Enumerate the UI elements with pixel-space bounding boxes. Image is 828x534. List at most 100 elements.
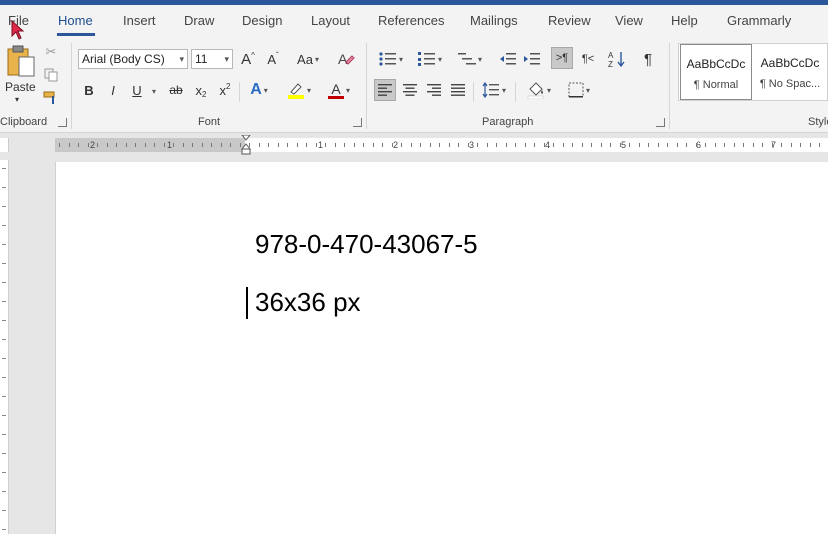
tab-design[interactable]: Design bbox=[242, 13, 282, 28]
format-painter-button[interactable] bbox=[43, 87, 59, 109]
ruler-tick bbox=[164, 143, 165, 147]
subscript-button[interactable]: x2 bbox=[192, 79, 210, 101]
superscript-button[interactable]: x2 bbox=[216, 79, 234, 101]
clear-formatting-icon: A bbox=[338, 51, 355, 67]
ruler-tick bbox=[439, 143, 440, 147]
justify-button[interactable] bbox=[447, 79, 469, 101]
strikethrough-button[interactable]: ab bbox=[166, 79, 186, 101]
scissors-icon: ✂ bbox=[45, 44, 57, 59]
grow-font-button[interactable]: A ^ bbox=[238, 48, 258, 70]
decrease-indent-button[interactable] bbox=[498, 48, 518, 70]
ruler-tick bbox=[430, 143, 431, 147]
tab-home[interactable]: Home bbox=[58, 13, 93, 28]
ruler-tick bbox=[192, 143, 193, 147]
ruler-tick bbox=[791, 143, 792, 147]
tab-view[interactable]: View bbox=[615, 13, 643, 28]
document-line-size[interactable]: 36x36 px bbox=[255, 287, 361, 318]
font-size-value: 11 bbox=[195, 52, 208, 66]
cut-button[interactable]: ✂ bbox=[43, 41, 59, 63]
bold-button[interactable]: B bbox=[80, 79, 98, 101]
numbered-list-icon bbox=[417, 52, 435, 66]
copy-button[interactable] bbox=[43, 64, 59, 86]
highlighter-icon bbox=[287, 83, 304, 99]
ruler-tick bbox=[2, 415, 6, 416]
highlight-button[interactable]: ▾ bbox=[282, 79, 316, 101]
tab-references[interactable]: References bbox=[378, 13, 444, 28]
italic-button[interactable]: I bbox=[104, 79, 122, 101]
ribbon-tabs: File Home Insert Draw Design Layout Refe… bbox=[0, 5, 828, 37]
line-spacing-button[interactable]: ▾ bbox=[478, 79, 510, 101]
chevron-down-icon: ▾ bbox=[314, 54, 319, 64]
rtl-direction-button[interactable]: ¶< bbox=[577, 48, 599, 70]
font-color-button[interactable]: A ▾ bbox=[322, 79, 356, 101]
chevron-down-icon: ▾ bbox=[224, 54, 229, 64]
clear-formatting-button[interactable]: A bbox=[336, 48, 356, 70]
tab-selector[interactable] bbox=[0, 138, 9, 152]
borders-button[interactable]: ▾ bbox=[562, 79, 596, 101]
line-spacing-icon bbox=[482, 82, 499, 98]
align-center-button[interactable] bbox=[399, 79, 421, 101]
ruler-tick bbox=[392, 143, 393, 147]
font-size-box[interactable]: 11 ▾ bbox=[191, 49, 233, 69]
sort-button[interactable]: AZ bbox=[606, 48, 628, 70]
ltr-direction-button[interactable]: >¶ bbox=[551, 47, 573, 69]
ruler-tick bbox=[2, 434, 6, 435]
tab-insert[interactable]: Insert bbox=[123, 13, 156, 28]
tab-grammarly[interactable]: Grammarly bbox=[727, 13, 791, 28]
indent-marker[interactable] bbox=[241, 135, 251, 155]
separator bbox=[515, 82, 516, 102]
vertical-ruler[interactable] bbox=[0, 160, 9, 534]
ruler-label: 2 bbox=[393, 140, 399, 150]
shrink-font-icon: A bbox=[267, 51, 276, 67]
ruler-tick bbox=[534, 143, 535, 147]
align-left-button[interactable] bbox=[374, 79, 396, 101]
ruler-tick bbox=[2, 187, 6, 188]
text-effects-button[interactable]: A ▾ bbox=[244, 79, 274, 101]
ruler-tick bbox=[620, 143, 621, 147]
ruler-tick bbox=[107, 143, 108, 147]
multilevel-list-button[interactable]: ▾ bbox=[453, 48, 487, 70]
show-formatting-button[interactable]: ¶ bbox=[638, 48, 658, 70]
horizontal-ruler[interactable]: 2 1 1 2 3 4 5 6 7 bbox=[55, 135, 828, 155]
increase-indent-button[interactable] bbox=[522, 48, 542, 70]
paragraph-launcher-icon[interactable] bbox=[656, 118, 665, 127]
change-case-label: Aa bbox=[297, 51, 313, 67]
ruler-tick bbox=[2, 263, 6, 264]
bullets-button[interactable]: ▾ bbox=[374, 48, 408, 70]
numbering-button[interactable]: ▾ bbox=[413, 48, 447, 70]
underline-button[interactable]: U bbox=[128, 79, 146, 101]
shading-button[interactable]: ▾ bbox=[522, 79, 556, 101]
clipboard-launcher-icon[interactable] bbox=[58, 118, 67, 127]
font-name-box[interactable]: Arial (Body CS) ▾ bbox=[78, 49, 188, 69]
tab-mailings[interactable]: Mailings bbox=[470, 13, 518, 28]
ruler-tick bbox=[2, 244, 6, 245]
ruler-label: 5 bbox=[621, 140, 627, 150]
shrink-font-button[interactable]: Aˇ bbox=[263, 48, 283, 70]
ruler-area: 2 1 1 2 3 4 5 6 7 bbox=[0, 133, 828, 159]
tab-review[interactable]: Review bbox=[548, 13, 591, 28]
align-center-icon bbox=[403, 84, 417, 96]
change-case-button[interactable]: Aa ▾ bbox=[292, 48, 324, 70]
tab-help[interactable]: Help bbox=[671, 13, 698, 28]
font-launcher-icon[interactable] bbox=[353, 118, 362, 127]
ruler-label: 1 bbox=[318, 140, 324, 150]
ruler-tick bbox=[591, 143, 592, 147]
ruler-tick bbox=[582, 143, 583, 147]
paste-button[interactable]: Paste ▾ bbox=[4, 41, 38, 107]
font-name-value: Arial (Body CS) bbox=[82, 52, 165, 66]
style-no-spacing[interactable]: AaBbCcDc ¶ No Spac... bbox=[754, 44, 826, 100]
underline-dropdown-icon[interactable]: ▾ bbox=[152, 87, 156, 96]
sort-icon: AZ bbox=[608, 51, 625, 68]
style-normal[interactable]: AaBbCcDc ¶ Normal bbox=[680, 44, 752, 100]
document-page[interactable]: 978-0-470-43067-5 36x36 px bbox=[55, 162, 828, 534]
ruler-tick bbox=[772, 143, 773, 147]
increase-indent-icon bbox=[524, 53, 540, 65]
separator bbox=[669, 43, 670, 129]
align-right-button[interactable] bbox=[423, 79, 445, 101]
document-line-isbn[interactable]: 978-0-470-43067-5 bbox=[255, 229, 478, 260]
ruler-tick bbox=[2, 301, 6, 302]
tab-draw[interactable]: Draw bbox=[184, 13, 214, 28]
ruler-tick bbox=[449, 143, 450, 147]
tab-layout[interactable]: Layout bbox=[311, 13, 350, 28]
ruler-tick bbox=[610, 143, 611, 147]
